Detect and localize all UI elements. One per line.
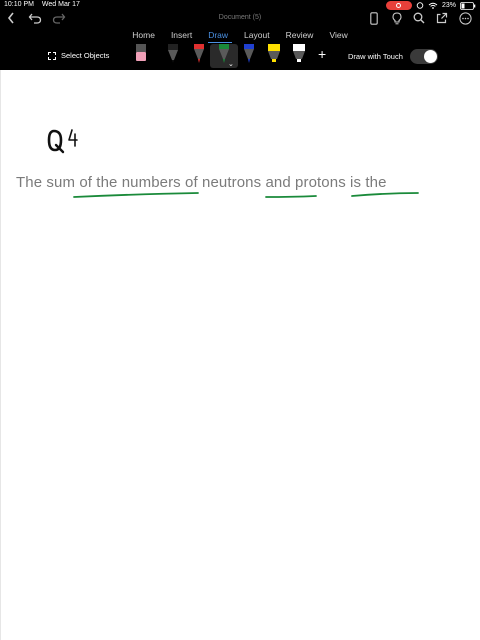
underline-numbers bbox=[73, 192, 199, 198]
ink-underlines bbox=[73, 192, 419, 198]
underline-protons bbox=[351, 192, 419, 197]
underline-neutrons bbox=[265, 195, 317, 198]
